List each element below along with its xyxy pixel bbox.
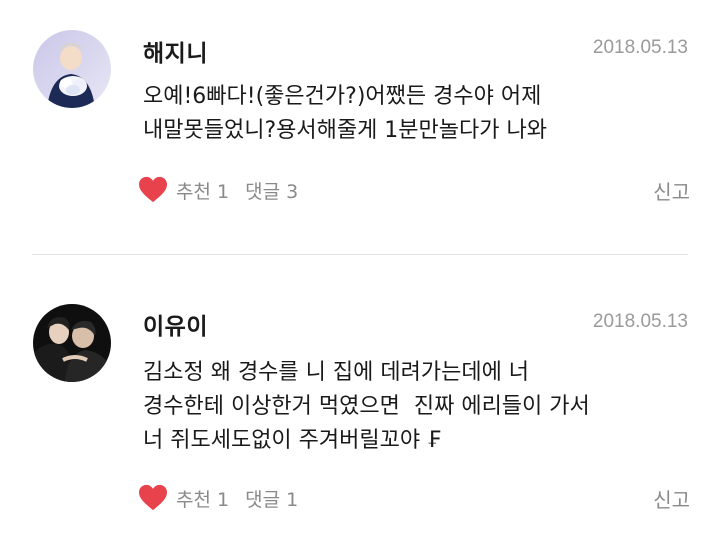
heart-icon[interactable] bbox=[138, 176, 168, 204]
comment-body: 김소정 왜 경수를 니 집에 데려가는데에 너 경수한테 이상한거 먹였으면 진… bbox=[143, 356, 690, 458]
comment-item: 해지니 2018.05.13 오예!6빠다!(좋은건가?)어쨌든 경수야 어제 … bbox=[0, 0, 720, 255]
comment-actions: 추천 1 댓글 3 신고 bbox=[138, 172, 690, 208]
reply-count-button[interactable]: 댓글 1 bbox=[245, 485, 298, 512]
comment-actions: 추천 1 댓글 1 신고 bbox=[138, 480, 690, 516]
report-button[interactable]: 신고 bbox=[653, 176, 690, 205]
comment-item: 이유이 2018.05.13 김소정 왜 경수를 니 집에 데려가는데에 너 경… bbox=[0, 256, 720, 540]
comment-date: 2018.05.13 bbox=[592, 311, 688, 332]
comment-date: 2018.05.13 bbox=[592, 37, 688, 58]
comment-line: 오예!6빠다!(좋은건가?)어쨌든 경수야 어제 bbox=[143, 84, 542, 109]
report-button[interactable]: 신고 bbox=[653, 484, 690, 513]
comment-line: 내말못들었니?용서해줄게 1분만놀다가 나와 bbox=[143, 118, 547, 143]
comment-line: 너 쥐도세도없이 주겨버릴꼬야 ₣ bbox=[143, 428, 442, 453]
like-count-button[interactable]: 추천 1 bbox=[176, 485, 229, 512]
like-count-button[interactable]: 추천 1 bbox=[176, 177, 229, 204]
avatar[interactable] bbox=[33, 30, 111, 108]
author-name[interactable]: 이유이 bbox=[143, 307, 208, 341]
comment-line: 경수한테 이상한거 먹였으면 진짜 에리들이 가서 bbox=[143, 394, 590, 419]
divider bbox=[32, 254, 688, 255]
comment-line: 김소정 왜 경수를 니 집에 데려가는데에 너 bbox=[143, 360, 530, 385]
author-name[interactable]: 해지니 bbox=[143, 34, 208, 68]
reply-count-button[interactable]: 댓글 3 bbox=[245, 177, 298, 204]
avatar-image-two-people-hugging bbox=[33, 304, 111, 382]
heart-icon[interactable] bbox=[138, 484, 168, 512]
avatar-image-person-holding-bouquet bbox=[33, 30, 111, 108]
avatar[interactable] bbox=[33, 304, 111, 382]
comment-body: 오예!6빠다!(좋은건가?)어쨌든 경수야 어제 내말못들었니?용서해줄게 1분… bbox=[143, 80, 690, 148]
